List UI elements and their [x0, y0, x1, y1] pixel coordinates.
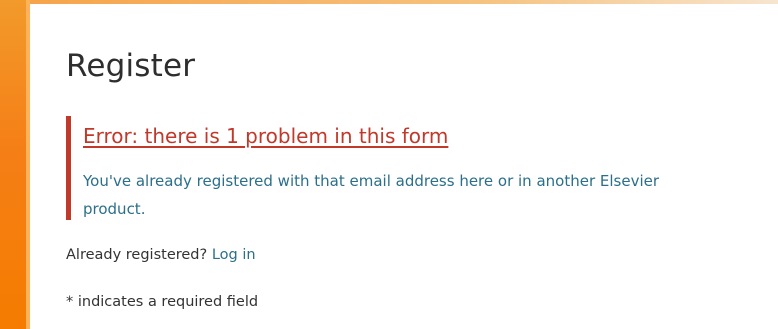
login-link[interactable]: Log in [212, 247, 256, 263]
error-summary: Error: there is 1 problem in this form Y… [66, 116, 726, 220]
error-message-link[interactable]: You've already registered with that emai… [83, 167, 713, 223]
error-indicator-bar [66, 116, 71, 220]
page-title: Register [66, 48, 196, 84]
register-card: Register Error: there is 1 problem in th… [30, 4, 778, 329]
error-heading-link[interactable]: Error: there is 1 problem in this form [83, 124, 448, 148]
already-registered-text: Already registered? [66, 247, 208, 263]
register-page: Register Error: there is 1 problem in th… [0, 0, 778, 329]
already-registered-line: Already registered? Log in [66, 247, 256, 263]
required-field-note: * indicates a required field [66, 294, 259, 310]
